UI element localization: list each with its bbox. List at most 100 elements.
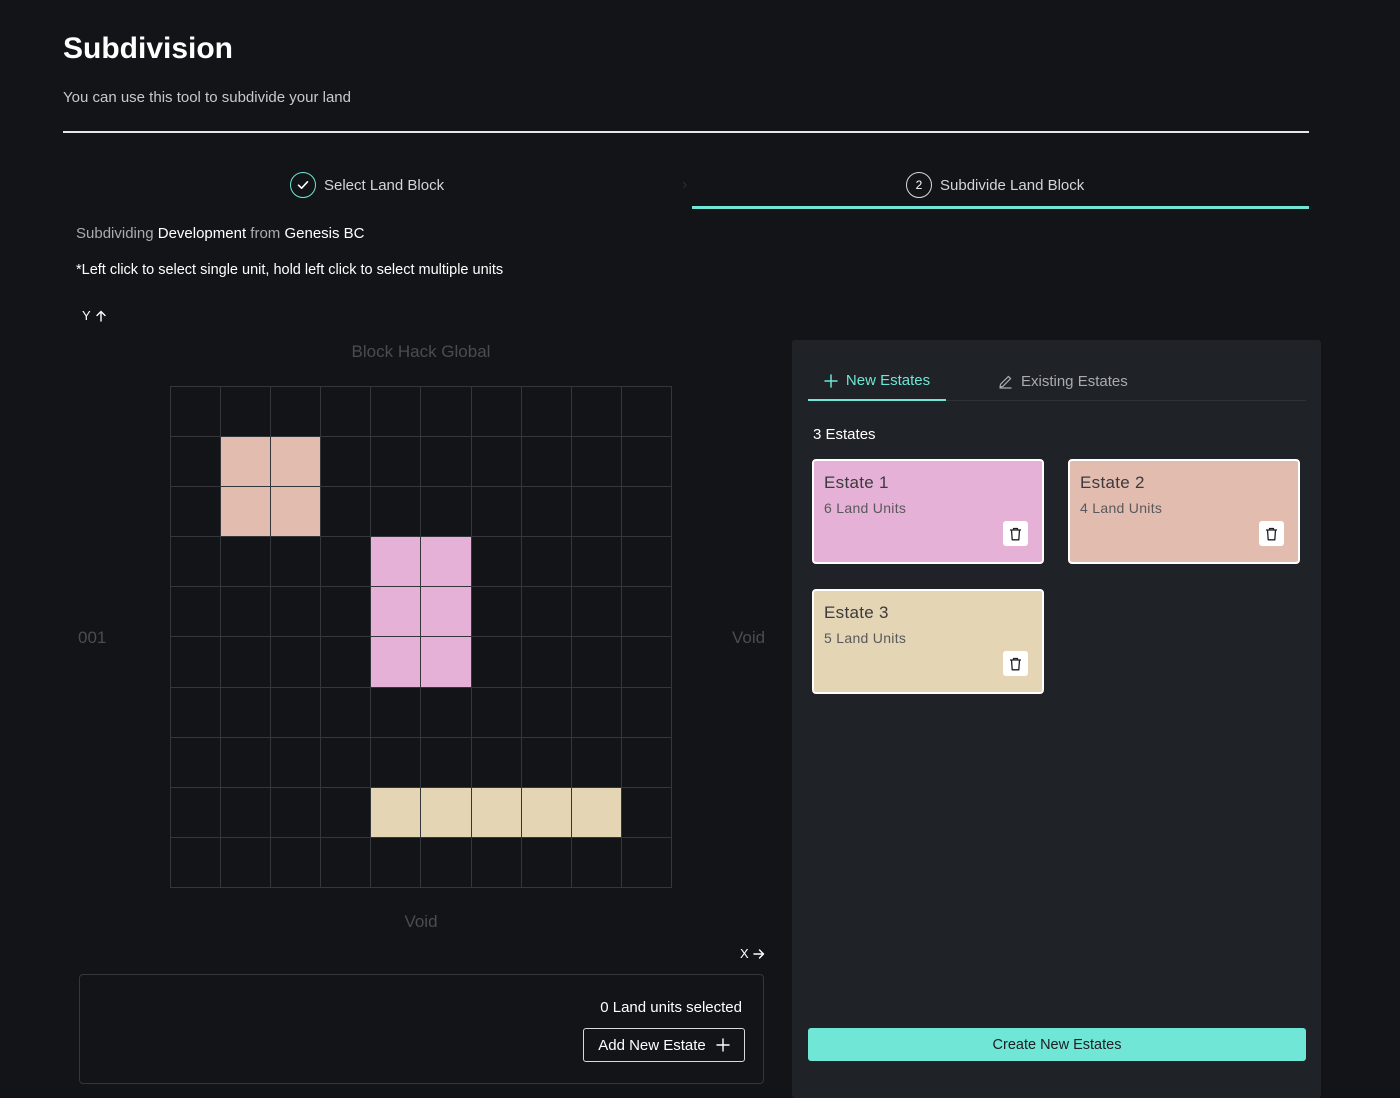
estate-card-3[interactable]: Estate 3 5 Land Units	[812, 589, 1044, 694]
land-unit-cell[interactable]	[521, 437, 572, 488]
land-unit-cell[interactable]	[621, 737, 672, 788]
land-unit-cell[interactable]	[421, 487, 472, 538]
land-unit-cell[interactable]	[271, 637, 322, 688]
land-unit-cell[interactable]	[371, 787, 422, 838]
land-unit-cell[interactable]	[571, 387, 622, 438]
land-unit-cell[interactable]	[521, 487, 572, 538]
land-unit-cell[interactable]	[271, 487, 322, 538]
land-unit-cell[interactable]	[271, 387, 322, 438]
land-unit-cell[interactable]	[221, 737, 272, 788]
land-unit-cell[interactable]	[471, 787, 522, 838]
land-unit-cell[interactable]	[471, 587, 522, 638]
land-unit-cell[interactable]	[621, 787, 672, 838]
land-unit-cell[interactable]	[471, 637, 522, 688]
land-unit-cell[interactable]	[321, 837, 372, 888]
land-unit-cell[interactable]	[321, 737, 372, 788]
estate-card-1[interactable]: Estate 1 6 Land Units	[812, 459, 1044, 564]
land-unit-cell[interactable]	[271, 537, 322, 588]
land-unit-cell[interactable]	[321, 537, 372, 588]
land-unit-cell[interactable]	[421, 437, 472, 488]
land-unit-cell[interactable]	[271, 737, 322, 788]
land-unit-cell[interactable]	[171, 687, 222, 738]
land-unit-cell[interactable]	[371, 587, 422, 638]
land-unit-cell[interactable]	[421, 637, 472, 688]
land-unit-cell[interactable]	[171, 637, 222, 688]
step-select-land-block[interactable]: Select Land Block	[290, 172, 444, 198]
land-unit-cell[interactable]	[371, 637, 422, 688]
land-unit-cell[interactable]	[271, 837, 322, 888]
land-unit-cell[interactable]	[221, 787, 272, 838]
land-unit-cell[interactable]	[521, 587, 572, 638]
delete-estate-button[interactable]	[1259, 521, 1284, 546]
land-unit-cell[interactable]	[621, 537, 672, 588]
land-unit-cell[interactable]	[471, 387, 522, 438]
tab-existing-estates[interactable]: Existing Estates	[998, 362, 1128, 401]
land-unit-cell[interactable]	[171, 787, 222, 838]
land-unit-cell[interactable]	[421, 787, 472, 838]
delete-estate-button[interactable]	[1003, 651, 1028, 676]
land-unit-cell[interactable]	[321, 637, 372, 688]
land-unit-cell[interactable]	[521, 787, 572, 838]
land-unit-cell[interactable]	[471, 437, 522, 488]
land-unit-cell[interactable]	[171, 437, 222, 488]
land-unit-cell[interactable]	[321, 487, 372, 538]
land-unit-cell[interactable]	[471, 837, 522, 888]
land-unit-cell[interactable]	[321, 587, 372, 638]
land-unit-cell[interactable]	[371, 437, 422, 488]
land-unit-cell[interactable]	[571, 837, 622, 888]
land-unit-cell[interactable]	[371, 737, 422, 788]
land-unit-cell[interactable]	[421, 687, 472, 738]
land-unit-cell[interactable]	[221, 837, 272, 888]
land-unit-cell[interactable]	[521, 837, 572, 888]
land-unit-cell[interactable]	[571, 487, 622, 538]
land-unit-cell[interactable]	[571, 737, 622, 788]
land-unit-cell[interactable]	[171, 487, 222, 538]
land-unit-cell[interactable]	[521, 387, 572, 438]
land-unit-cell[interactable]	[621, 637, 672, 688]
land-unit-cell[interactable]	[221, 637, 272, 688]
land-unit-cell[interactable]	[171, 737, 222, 788]
land-unit-cell[interactable]	[421, 587, 472, 638]
land-unit-cell[interactable]	[371, 537, 422, 588]
land-unit-cell[interactable]	[321, 437, 372, 488]
land-unit-cell[interactable]	[421, 737, 472, 788]
land-unit-cell[interactable]	[471, 737, 522, 788]
land-unit-cell[interactable]	[321, 787, 372, 838]
add-new-estate-button[interactable]: Add New Estate	[583, 1028, 745, 1062]
land-unit-cell[interactable]	[221, 437, 272, 488]
land-unit-cell[interactable]	[321, 387, 372, 438]
land-unit-cell[interactable]	[171, 587, 222, 638]
land-unit-cell[interactable]	[221, 537, 272, 588]
land-unit-cell[interactable]	[521, 537, 572, 588]
land-unit-cell[interactable]	[471, 487, 522, 538]
land-unit-cell[interactable]	[371, 837, 422, 888]
land-unit-cell[interactable]	[221, 487, 272, 538]
land-unit-cell[interactable]	[471, 687, 522, 738]
land-unit-cell[interactable]	[371, 687, 422, 738]
land-unit-cell[interactable]	[371, 487, 422, 538]
land-unit-grid[interactable]	[170, 386, 672, 888]
land-unit-cell[interactable]	[621, 837, 672, 888]
land-unit-cell[interactable]	[571, 437, 622, 488]
create-new-estates-button[interactable]: Create New Estates	[808, 1028, 1306, 1061]
land-unit-cell[interactable]	[221, 387, 272, 438]
land-unit-cell[interactable]	[521, 687, 572, 738]
land-unit-cell[interactable]	[571, 687, 622, 738]
land-unit-cell[interactable]	[621, 387, 672, 438]
land-unit-cell[interactable]	[221, 587, 272, 638]
land-unit-cell[interactable]	[571, 587, 622, 638]
land-unit-cell[interactable]	[271, 687, 322, 738]
land-unit-cell[interactable]	[521, 737, 572, 788]
land-unit-cell[interactable]	[571, 637, 622, 688]
land-unit-cell[interactable]	[171, 387, 222, 438]
land-unit-cell[interactable]	[621, 587, 672, 638]
land-unit-cell[interactable]	[271, 437, 322, 488]
land-unit-cell[interactable]	[371, 387, 422, 438]
land-unit-cell[interactable]	[221, 687, 272, 738]
land-unit-cell[interactable]	[421, 837, 472, 888]
land-unit-cell[interactable]	[321, 687, 372, 738]
land-unit-cell[interactable]	[571, 537, 622, 588]
land-unit-cell[interactable]	[421, 537, 472, 588]
land-unit-cell[interactable]	[171, 537, 222, 588]
land-unit-cell[interactable]	[621, 687, 672, 738]
